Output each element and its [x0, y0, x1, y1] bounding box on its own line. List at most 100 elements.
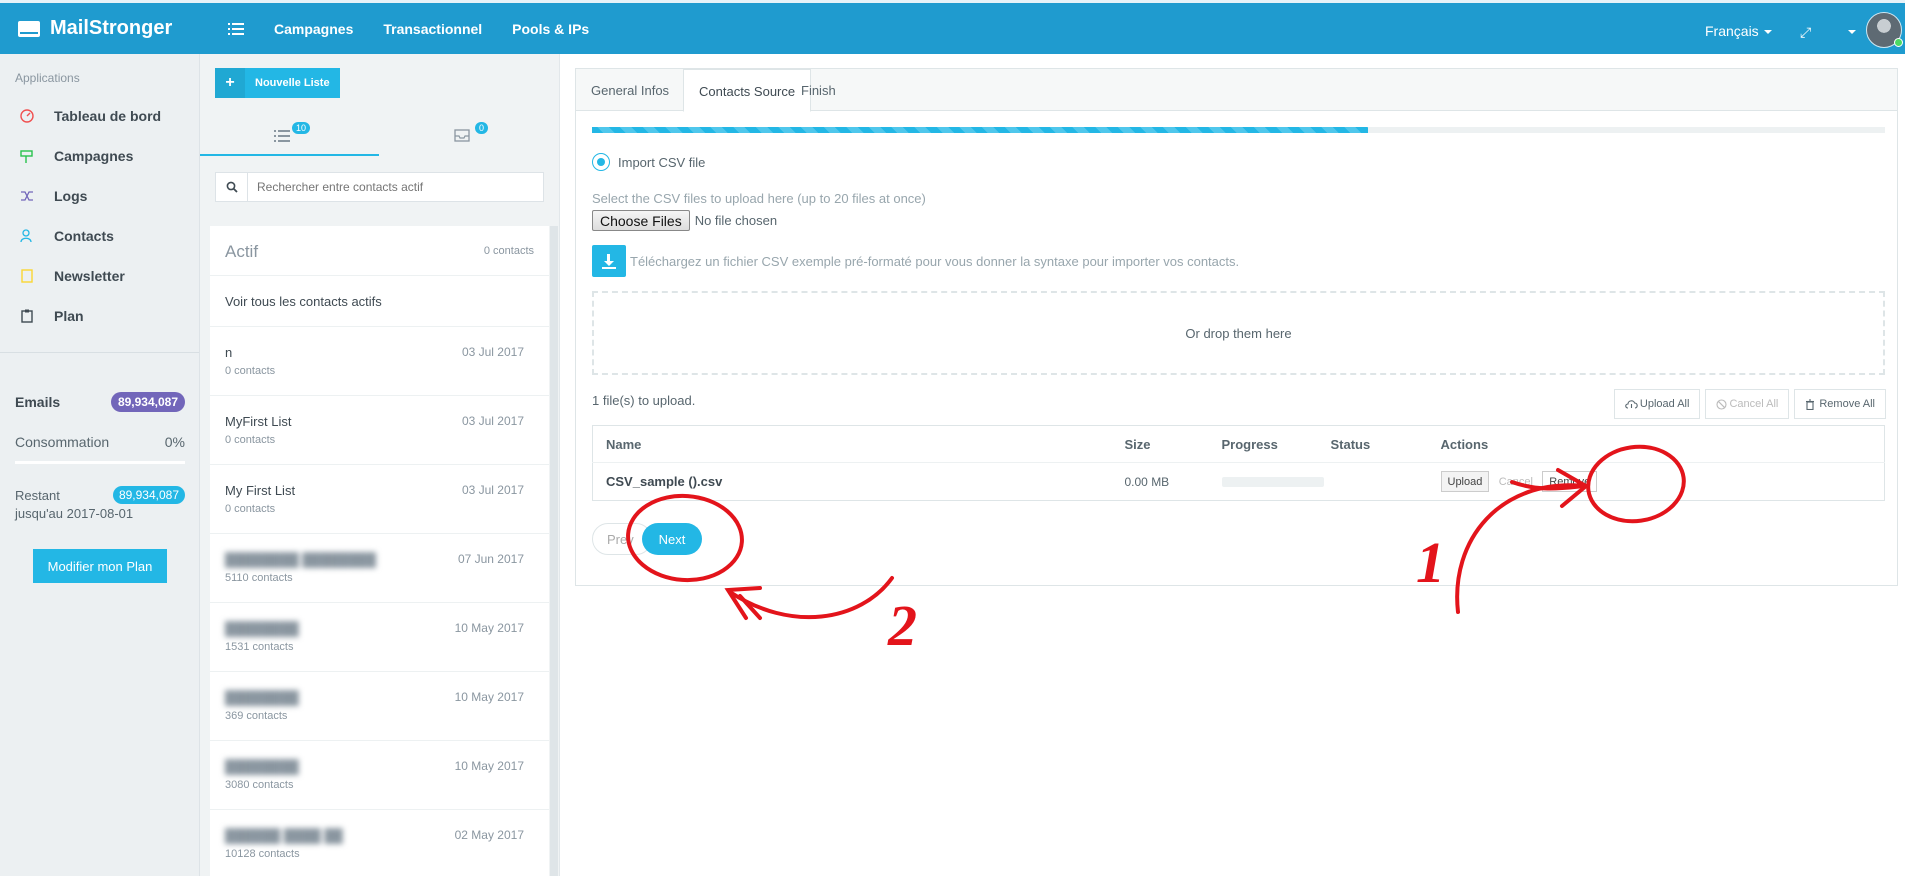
online-status-icon [1894, 38, 1903, 47]
brand[interactable]: MailStronger [18, 3, 172, 54]
list-item-name-redacted: ████████ ████████ [225, 552, 376, 567]
signpost-icon [20, 150, 33, 163]
import-csv-option[interactable]: Import CSV file [592, 153, 705, 171]
list-item-name: n [225, 345, 233, 360]
col-actions: Actions [1440, 425, 1885, 463]
inbox-count-badge: 0 [475, 122, 489, 134]
list-item-name: My First List [225, 483, 296, 498]
import-wizard: General Infos Contacts Source Finish Imp… [575, 68, 1898, 586]
sidebar-item-logs[interactable]: Logs [20, 186, 87, 206]
list-item[interactable]: MyFirst List 0 contacts 03 Jul 2017 [210, 396, 549, 465]
shuffle-icon [21, 191, 33, 201]
list-item-name-redacted: ████████ [225, 759, 299, 774]
radio-selected-icon[interactable] [592, 153, 610, 171]
choose-files-button[interactable]: Choose Files [592, 210, 690, 231]
nav-campagnes[interactable]: Campagnes [274, 21, 353, 37]
download-icon[interactable] [592, 245, 626, 277]
remove-all-button[interactable]: Remove All [1794, 389, 1886, 419]
lists-card-count: 0 contacts [483, 245, 534, 257]
file-name: CSV_sample ().csv [606, 474, 723, 489]
list-item-count: 1531 contacts [225, 641, 294, 653]
tab-inbox[interactable]: 0 [380, 116, 559, 156]
file-status [1331, 463, 1441, 501]
remove-all-label: Remove All [1819, 398, 1875, 410]
list-item-date: 07 Jun 2017 [457, 552, 524, 566]
upload-table: Name Size Progress Status Actions CSV_sa… [592, 425, 1885, 501]
user-menu-caret-icon[interactable] [1848, 30, 1856, 34]
modify-plan-button[interactable]: Modifier mon Plan [33, 549, 167, 583]
next-button[interactable]: Next [642, 523, 702, 555]
plus-icon: + [215, 68, 245, 98]
download-sample-text: Téléchargez un fichier CSV exemple pré-f… [630, 253, 1240, 269]
cancel-button[interactable]: Cancel [1493, 471, 1539, 492]
tab-general-infos[interactable]: General Infos [576, 69, 684, 111]
menu-toggle-icon[interactable] [228, 23, 244, 35]
list-item[interactable]: ████████ 1531 contacts 10 May 2017 [210, 603, 549, 672]
dropzone-text: Or drop them here [1185, 325, 1292, 341]
list-item[interactable]: ██████ ████ ██ 10128 contacts 02 May 201… [210, 810, 549, 876]
clipboard-icon [21, 309, 33, 323]
trash-icon [1806, 398, 1815, 410]
gauge-icon [20, 109, 34, 123]
list-item-count: 369 contacts [225, 710, 288, 722]
list-item-date: 10 May 2017 [454, 759, 524, 773]
language-dropdown[interactable]: Français [1705, 23, 1772, 39]
lists-card: Actif 0 contacts Voir tous les contacts … [210, 226, 549, 876]
col-name: Name [592, 425, 1125, 463]
sidebar-item-tableau-de-bord[interactable]: Tableau de bord [20, 106, 161, 126]
consumption-stat: Consommation 0% [15, 434, 185, 450]
cancel-all-button[interactable]: Cancel All [1705, 389, 1790, 419]
wizard-tabs: General Infos Contacts Source Finish [576, 69, 1897, 112]
contacts-icon [20, 229, 32, 243]
list-item-name: MyFirst List [225, 414, 292, 429]
ban-icon [1716, 398, 1727, 410]
sidebar-item-label: Logs [54, 188, 88, 204]
list-item-name-redacted: ██████ ████ ██ [225, 828, 343, 843]
nav-transactionnel[interactable]: Transactionnel [383, 21, 482, 37]
remaining-stat: Restant 89,934,087 [15, 486, 185, 504]
table-header-row: Name Size Progress Status Actions [592, 425, 1885, 463]
list-item-name-redacted: ████████ [225, 621, 299, 636]
remove-button[interactable]: Remove [1542, 471, 1598, 492]
list-item-name-redacted: ████████ [225, 690, 299, 705]
download-sample: Téléchargez un fichier CSV exemple pré-f… [592, 245, 1239, 277]
upload-button[interactable]: Upload [1440, 471, 1490, 492]
file-progress-cell [1221, 463, 1331, 501]
file-dropzone[interactable]: Or drop them here [592, 291, 1885, 375]
list-item-date: 03 Jul 2017 [461, 483, 524, 497]
sidebar-item-newsletter[interactable]: Newsletter [20, 266, 125, 286]
list-item-date: 03 Jul 2017 [461, 414, 524, 428]
col-status: Status [1330, 425, 1441, 463]
list-item-count: 0 contacts [225, 503, 276, 515]
consumption-value: 0% [164, 434, 185, 450]
sidebar-item-plan[interactable]: Plan [20, 306, 84, 326]
avatar[interactable] [1866, 12, 1903, 48]
sidebar-divider [0, 352, 199, 353]
remaining-badge: 89,934,087 [112, 486, 185, 504]
sidebar-item-contacts[interactable]: Contacts [20, 226, 114, 246]
list-item-count: 5110 contacts [225, 572, 293, 584]
new-list-button[interactable]: + Nouvelle Liste [215, 68, 340, 98]
no-file-text: No file chosen [694, 213, 778, 228]
list-item[interactable]: ████████ 3080 contacts 10 May 2017 [210, 741, 549, 810]
tab-finish[interactable]: Finish [786, 69, 851, 111]
lists-card-header: Actif 0 contacts [210, 226, 549, 276]
search-input[interactable] [248, 173, 543, 201]
col-progress: Progress [1221, 425, 1331, 463]
upload-all-button[interactable]: Upload All [1613, 389, 1701, 419]
nav-pools-ips[interactable]: Pools & IPs [512, 21, 589, 37]
list-item[interactable]: n 0 contacts 03 Jul 2017 [210, 327, 549, 396]
list-item-count: 0 contacts [225, 365, 276, 377]
list-item[interactable]: ████████ ████████ 5110 contacts 07 Jun 2… [210, 534, 549, 603]
search-icon[interactable] [216, 173, 248, 201]
sidebar-item-campagnes[interactable]: Campagnes [20, 146, 133, 166]
wizard-progress-fill [592, 127, 1368, 133]
lists-scrollbar[interactable] [550, 226, 558, 876]
list-item[interactable]: ████████ 369 contacts 10 May 2017 [210, 672, 549, 741]
list-item[interactable]: My First List 0 contacts 03 Jul 2017 [210, 465, 549, 534]
tab-lists[interactable]: 10 [200, 116, 379, 156]
lists-card-title: Actif [225, 242, 259, 261]
see-all-contacts-link[interactable]: Voir tous les contacts actifs [210, 276, 549, 327]
fullscreen-icon[interactable]: ⤢ [1800, 24, 1811, 41]
file-progress-bar [1221, 476, 1324, 487]
